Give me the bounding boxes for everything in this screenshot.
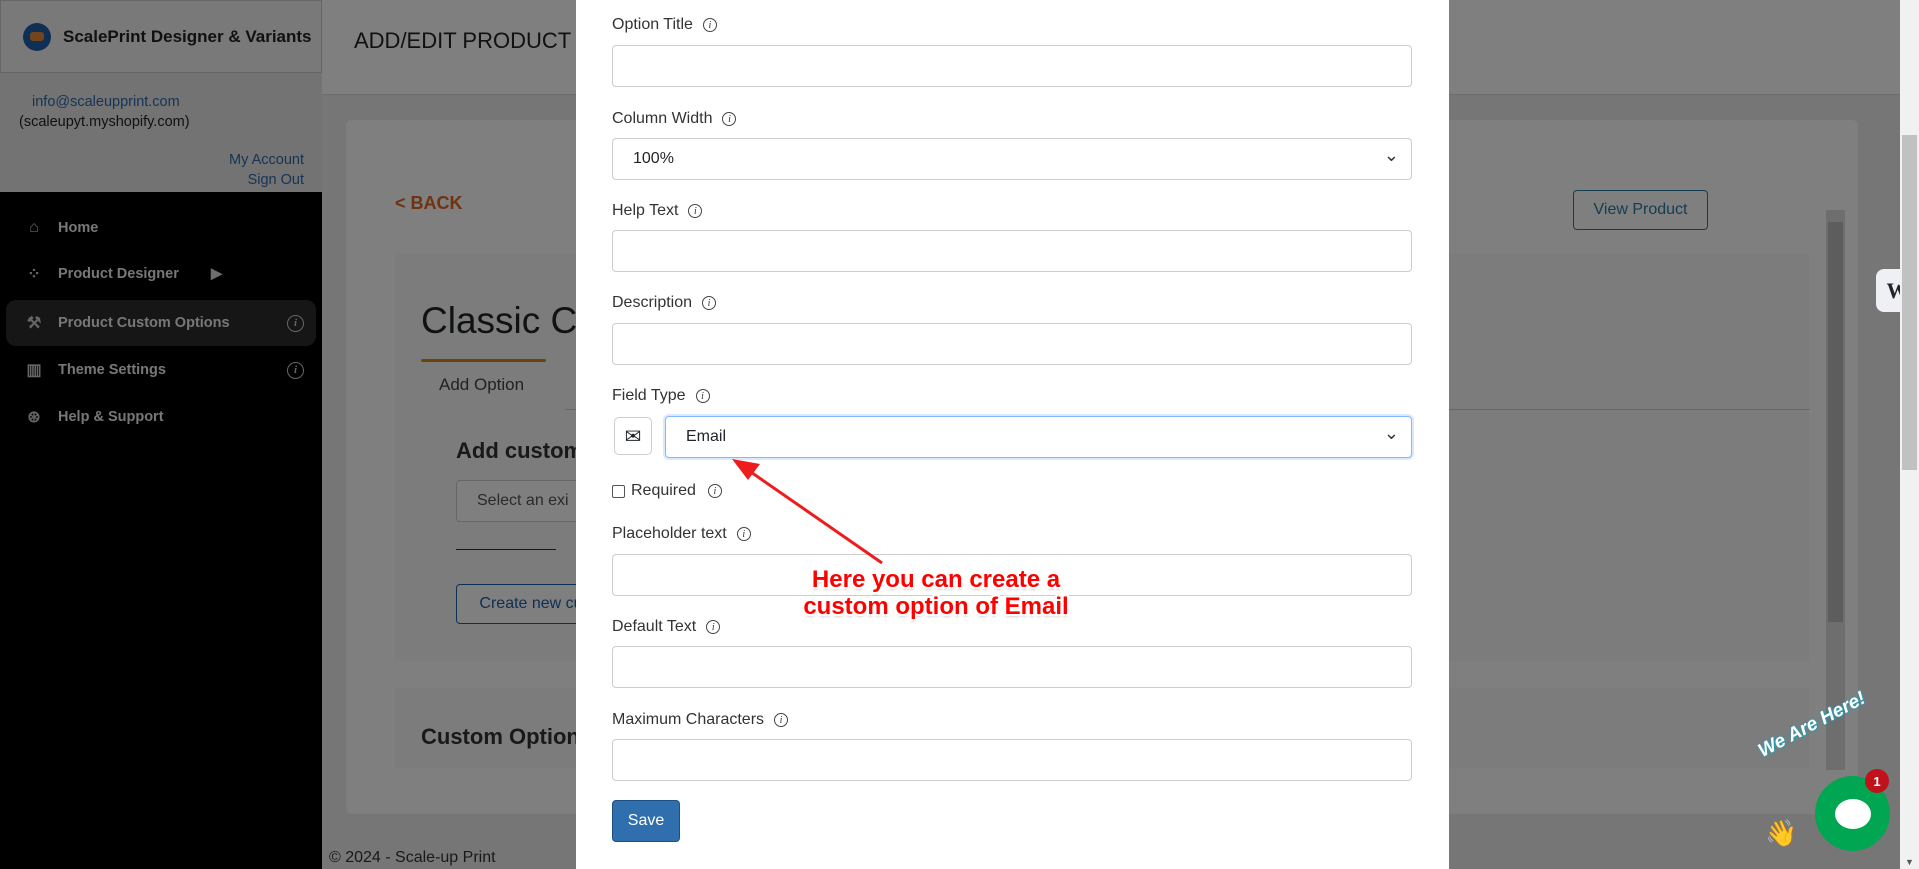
arrow-line	[744, 466, 883, 565]
annotation-arrow	[732, 459, 883, 565]
chat-bubble-icon	[1834, 798, 1871, 829]
chat-badge: 1	[1865, 769, 1889, 793]
waving-hand-icon: 👋	[1765, 818, 1798, 848]
annotation-text: Here you can create a custom option of E…	[803, 566, 1069, 620]
scrollbar-thumb[interactable]	[1902, 135, 1917, 470]
chat-widget[interactable]: We Are Here! 👋 1	[1755, 688, 1919, 868]
